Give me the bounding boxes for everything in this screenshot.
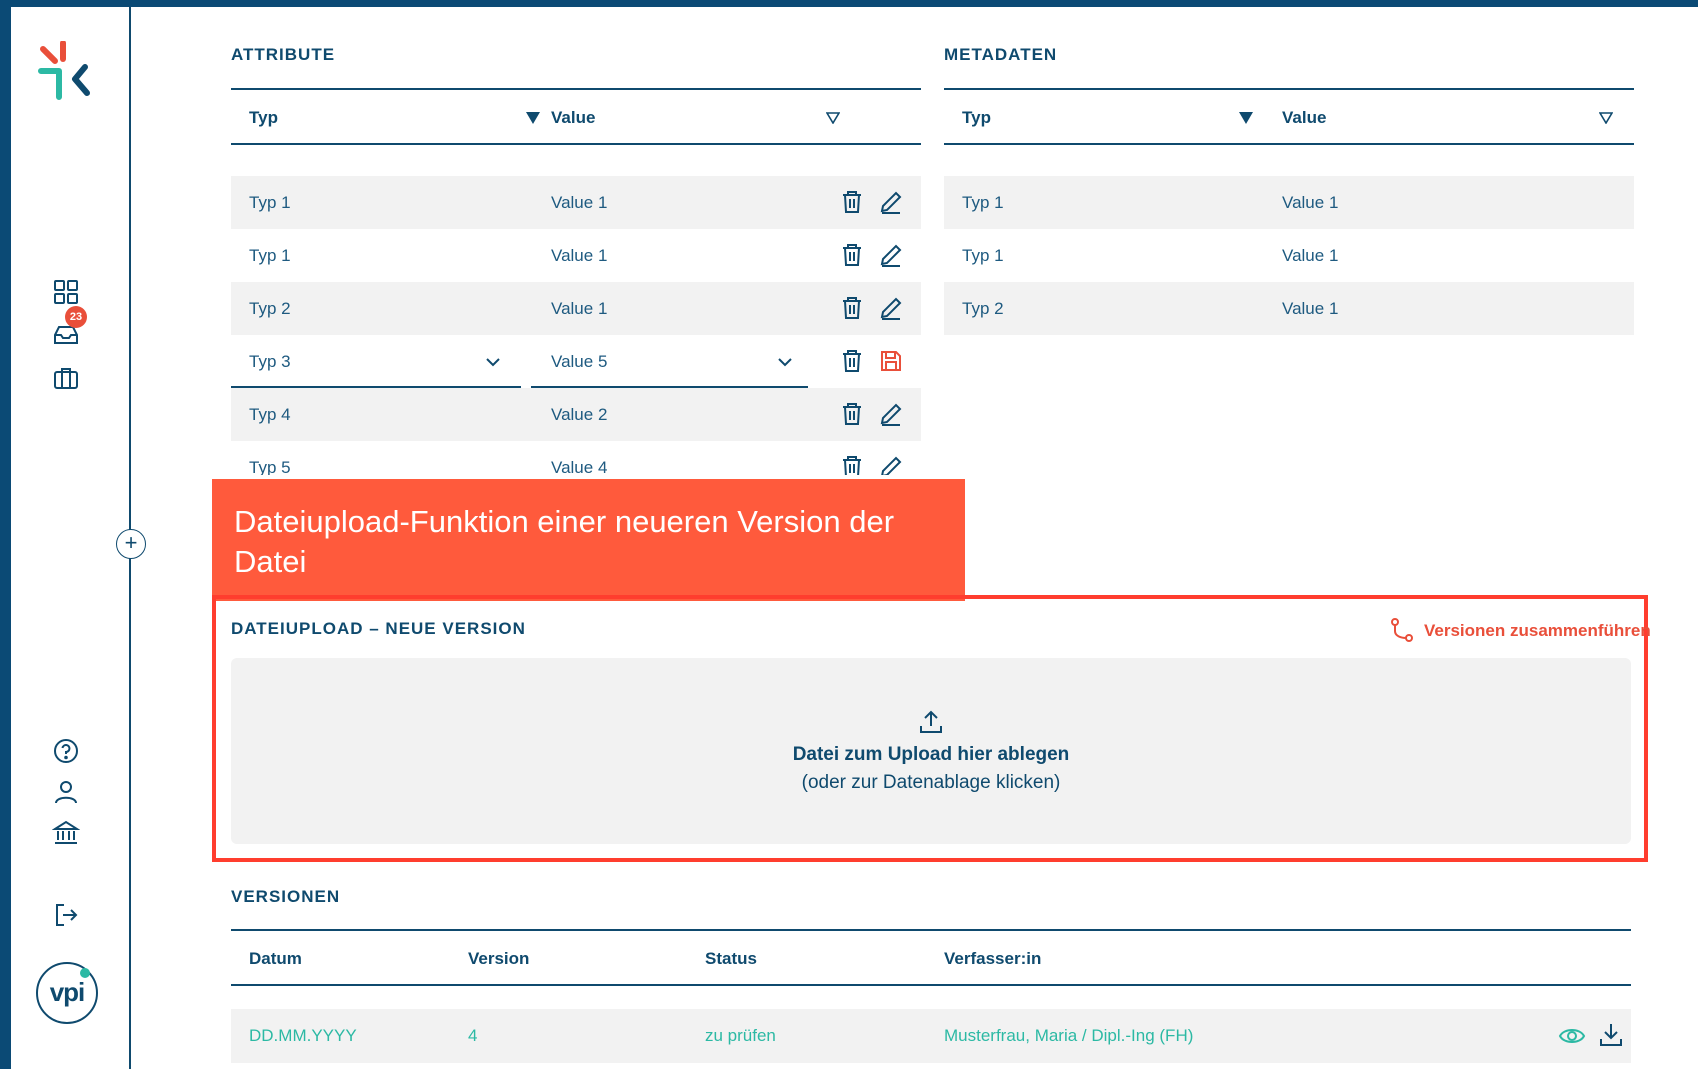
version-number: 4 [468, 1026, 478, 1045]
sort-desc-icon[interactable] [1239, 112, 1253, 124]
save-icon[interactable] [878, 348, 904, 374]
value-select[interactable]: Value 5 [531, 335, 808, 388]
row-value: Value 1 [551, 246, 608, 265]
row-typ: Typ 4 [249, 405, 291, 424]
download-icon[interactable] [1597, 1021, 1625, 1049]
trash-icon[interactable] [839, 401, 865, 427]
user-icon[interactable] [52, 778, 80, 806]
institution-icon[interactable] [51, 819, 81, 847]
col-header-status[interactable]: Status [705, 949, 757, 969]
sort-none-icon[interactable] [826, 112, 840, 124]
version-status: zu prüfen [705, 1026, 776, 1045]
table-row[interactable]: Typ 4 Value 2 [231, 388, 921, 441]
row-typ: Typ 1 [962, 246, 1004, 265]
col-header-datum[interactable]: Datum [249, 949, 302, 969]
row-typ: Typ 2 [249, 299, 291, 318]
sort-none-icon[interactable] [1599, 112, 1613, 124]
merge-icon [1391, 618, 1413, 642]
row-value: Value 4 [551, 458, 608, 475]
col-header-value[interactable]: Value [551, 108, 595, 128]
pencil-icon[interactable] [878, 454, 904, 475]
annotation-callout: Dateiupload-Funktion einer neueren Versi… [212, 479, 965, 601]
sort-desc-icon[interactable] [526, 112, 540, 124]
col-header-value[interactable]: Value [1282, 108, 1326, 128]
table-row-editing[interactable]: Typ 3 Value 5 [231, 335, 921, 388]
row-value: Value 1 [551, 299, 608, 318]
table-row[interactable]: Typ 2 Value 1 [231, 282, 921, 335]
sidebar: 23 vpi [11, 7, 131, 1069]
inbox-badge: 23 [65, 306, 87, 328]
sidebar-collapse-button[interactable]: + [116, 529, 146, 559]
value-select-value: Value 5 [551, 352, 608, 371]
merge-versions-label: Versionen zusammenführen [1424, 621, 1651, 640]
row-typ: Typ 1 [249, 193, 291, 212]
attribute-table-header: Typ Value [231, 88, 921, 145]
file-dropzone[interactable]: Datei zum Upload hier ablegen (oder zur … [231, 658, 1631, 844]
row-value: Value 1 [1282, 299, 1339, 318]
eye-icon[interactable] [1558, 1022, 1586, 1050]
attribute-title: ATTRIBUTE [231, 45, 336, 64]
trash-icon[interactable] [839, 454, 865, 475]
pencil-icon[interactable] [878, 401, 904, 427]
dashboard-icon[interactable] [52, 278, 80, 306]
version-datum: DD.MM.YYYY [249, 1026, 357, 1045]
logout-icon[interactable] [52, 901, 80, 929]
table-row[interactable]: Typ 1 Value 1 [944, 176, 1634, 229]
pencil-icon[interactable] [878, 189, 904, 215]
chevron-down-icon [484, 353, 502, 371]
col-header-typ[interactable]: Typ [962, 108, 991, 128]
merge-versions-link[interactable]: Versionen zusammenführen [1389, 617, 1651, 643]
dropzone-main-text: Datei zum Upload hier ablegen [792, 744, 1070, 765]
row-value: Value 2 [551, 405, 608, 424]
row-typ: Typ 1 [249, 246, 291, 265]
version-row[interactable]: DD.MM.YYYY 4 zu prüfen Musterfrau, Maria… [231, 1009, 1631, 1063]
row-typ: Typ 1 [962, 193, 1004, 212]
metadaten-table-header: Typ Value [944, 88, 1634, 145]
version-verfasser: Musterfrau, Maria / Dipl.-Ing (FH) [944, 1026, 1194, 1045]
row-value: Value 1 [1282, 246, 1339, 265]
dropzone-sub-text: (oder zur Datenablage klicken) [801, 772, 1061, 793]
upload-icon [920, 710, 942, 733]
help-icon[interactable] [52, 737, 80, 765]
app-canvas: 23 vpi + ATTRIBUTE Typ Value Typ 1 Value… [11, 7, 1698, 1069]
trash-icon[interactable] [839, 189, 865, 215]
briefcase-icon[interactable] [52, 364, 80, 392]
typ-select[interactable]: Typ 3 [231, 335, 521, 388]
row-typ: Typ 2 [962, 299, 1004, 318]
table-row[interactable]: Typ 5 Value 4 [231, 441, 921, 475]
pencil-icon[interactable] [878, 242, 904, 268]
trash-icon[interactable] [839, 242, 865, 268]
col-header-version[interactable]: Version [468, 949, 529, 969]
table-row[interactable]: Typ 1 Value 1 [231, 176, 921, 229]
pencil-icon[interactable] [878, 295, 904, 321]
table-row[interactable]: Typ 2 Value 1 [944, 282, 1634, 335]
versionen-table-header: Datum Version Status Verfasser:in [231, 929, 1631, 986]
row-value: Value 1 [551, 193, 608, 212]
table-row[interactable]: Typ 1 Value 1 [944, 229, 1634, 282]
trash-icon[interactable] [839, 348, 865, 374]
col-header-typ[interactable]: Typ [249, 108, 278, 128]
versionen-title: VERSIONEN [231, 887, 341, 906]
vpi-logo-dot [80, 968, 90, 978]
row-value: Value 1 [1282, 193, 1339, 212]
upload-title: DATEIUPLOAD – NEUE VERSION [231, 619, 526, 638]
trash-icon[interactable] [839, 295, 865, 321]
row-typ: Typ 5 [249, 458, 291, 475]
typ-select-value: Typ 3 [249, 352, 291, 371]
chevron-down-icon [776, 353, 794, 371]
metadaten-title: METADATEN [944, 45, 1058, 64]
col-header-verfasser[interactable]: Verfasser:in [944, 949, 1041, 969]
table-row[interactable]: Typ 1 Value 1 [231, 229, 921, 282]
app-logo[interactable] [37, 41, 93, 105]
